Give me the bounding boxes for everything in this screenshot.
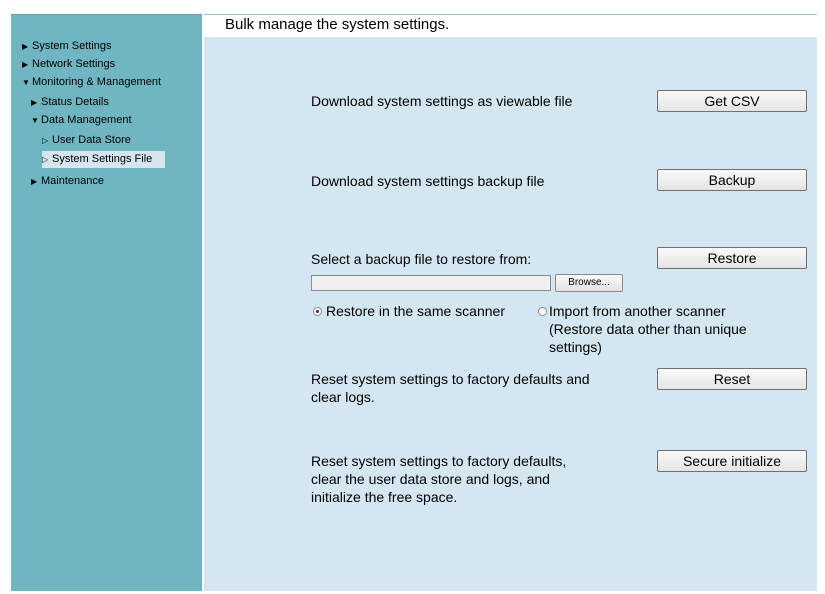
main-panel: Bulk manage the system settings. Downloa… [204, 14, 817, 591]
sidebar-item-monitoring-management[interactable]: ▼ Monitoring & Management [22, 75, 161, 90]
reset-description-line2: clear logs. [311, 389, 375, 405]
import-another-scanner-radio[interactable] [538, 307, 547, 316]
sidebar-item-status-details[interactable]: ▶ Status Details [31, 95, 109, 110]
page-title: Bulk manage the system settings. [204, 15, 817, 37]
secure-initialize-button[interactable]: Secure initialize [657, 450, 807, 472]
caret-right-icon: ▶ [31, 98, 38, 107]
sidebar-item-label: System Settings File [52, 153, 153, 165]
sidebar-item-label: Status Details [41, 96, 109, 108]
caret-right-icon: ▶ [22, 60, 29, 69]
caret-right-icon: ▶ [31, 177, 38, 186]
restore-button[interactable]: Restore [657, 247, 807, 269]
caret-right-outline-icon: ▷ [42, 136, 49, 145]
sidebar-item-system-settings[interactable]: ▶ System Settings [22, 39, 111, 54]
caret-down-icon: ▼ [22, 78, 30, 87]
browse-button[interactable]: Browse... [555, 274, 623, 292]
import-note-line2: settings) [549, 339, 602, 355]
caret-right-icon: ▶ [22, 42, 29, 51]
reset-button[interactable]: Reset [657, 368, 807, 390]
sidebar-item-data-management[interactable]: ▼ Data Management [31, 113, 132, 128]
get-csv-button[interactable]: Get CSV [657, 90, 807, 112]
csv-description: Download system settings as viewable fil… [311, 93, 573, 109]
sidebar-item-label: User Data Store [52, 134, 131, 146]
sidebar-item-system-settings-file[interactable]: ▷ System Settings File [42, 151, 165, 168]
secure-description-line1: Reset system settings to factory default… [311, 453, 567, 469]
sidebar-item-user-data-store[interactable]: ▷ User Data Store [42, 133, 131, 148]
secure-description-line3: initialize the free space. [311, 489, 458, 505]
sidebar-nav: ▶ System Settings ▶ Network Settings ▼ Moni… [11, 14, 202, 591]
secure-description-line2: clear the user data store and logs, and [311, 471, 550, 487]
caret-down-icon: ▼ [31, 116, 39, 125]
sidebar-item-label: Maintenance [41, 175, 104, 187]
import-note-line1: (Restore data other than unique [549, 321, 747, 337]
sidebar-item-label: Data Management [41, 114, 132, 126]
sidebar-item-label: Monitoring & Management [32, 76, 162, 88]
restore-same-scanner-radio[interactable] [313, 307, 322, 316]
restore-same-scanner-label: Restore in the same scanner [326, 303, 505, 319]
sidebar-item-network-settings[interactable]: ▶ Network Settings [22, 57, 115, 72]
caret-right-outline-icon: ▷ [42, 155, 49, 164]
sidebar-item-maintenance[interactable]: ▶ Maintenance [31, 174, 104, 189]
import-another-scanner-label: Import from another scanner [549, 303, 726, 319]
backup-description: Download system settings backup file [311, 173, 545, 189]
backup-button[interactable]: Backup [657, 169, 807, 191]
restore-description: Select a backup file to restore from: [311, 251, 532, 267]
sidebar-item-label: System Settings [32, 40, 112, 52]
restore-file-field[interactable] [311, 275, 551, 291]
reset-description-line1: Reset system settings to factory default… [311, 371, 590, 387]
sidebar-item-label: Network Settings [32, 58, 116, 70]
